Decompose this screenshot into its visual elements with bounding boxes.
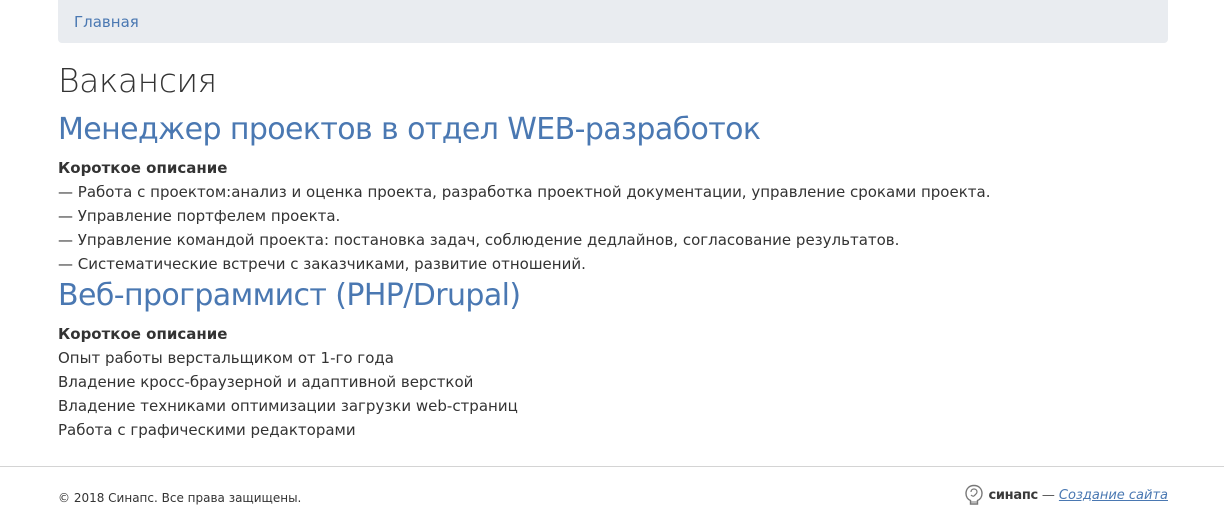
credit-dash: — (1041, 487, 1055, 503)
description-line: — Систематические встречи с заказчиками,… (58, 255, 586, 273)
description-heading: Короткое описание (58, 325, 228, 343)
description-line: Владение техниками оптимизации загрузки … (58, 397, 518, 415)
vacancy-description-web-programmer: Короткое описание Опыт работы верстальщи… (58, 322, 1168, 442)
vacancy-title-project-manager: Менеджер проектов в отдел WEB-разработок (58, 111, 761, 149)
description-line: — Управление портфелем проекта. (58, 207, 341, 225)
description-line: — Управление командой проекта: постановк… (58, 231, 900, 249)
footer-copyright: © 2018 Синапс. Все права защищены. (58, 491, 302, 505)
footer-credit: синапс — Создание сайта (964, 480, 1168, 510)
brand-name: синапс (988, 487, 1038, 503)
breadcrumb: Главная (58, 0, 1168, 43)
site-creation-link[interactable]: Создание сайта (1059, 488, 1168, 503)
vacancy-title-web-programmer: Веб-программист (PHP/Drupal) (58, 277, 521, 315)
description-line: Владение кросс-браузерной и адаптивной в… (58, 373, 474, 391)
vacancy-description-project-manager: Короткое описание — Работа с проектом:ан… (58, 156, 1168, 276)
page-title: Вакансия (58, 61, 217, 100)
synapse-logo-icon (964, 484, 984, 506)
footer-divider (0, 466, 1224, 467)
description-line: Работа с графическими редакторами (58, 421, 356, 439)
description-heading: Короткое описание (58, 159, 228, 177)
breadcrumb-home-link[interactable]: Главная (74, 13, 139, 31)
description-line: Опыт работы верстальщиком от 1-го года (58, 349, 394, 367)
vacancy-link-web-programmer[interactable]: Веб-программист (PHP/Drupal) (58, 278, 521, 313)
description-line: — Работа с проектом:анализ и оценка прое… (58, 183, 991, 201)
vacancy-link-project-manager[interactable]: Менеджер проектов в отдел WEB-разработок (58, 112, 761, 147)
